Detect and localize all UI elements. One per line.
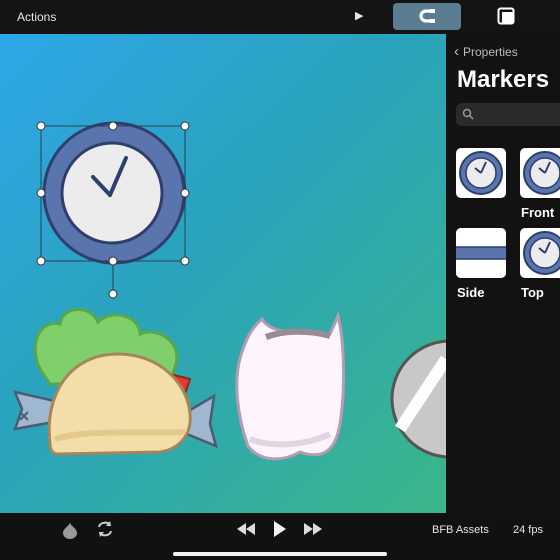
gray-disc-asset[interactable] (390, 339, 446, 459)
marker-thumb-default[interactable] (456, 148, 506, 198)
properties-panel: ‹ Properties Markers Front Side Top (446, 34, 560, 513)
search-input[interactable] (480, 105, 560, 125)
fast-forward-icon[interactable] (303, 522, 323, 536)
play-icon[interactable]: ▶ (355, 9, 363, 22)
taco-asset[interactable] (12, 308, 218, 456)
pillow-asset[interactable] (235, 311, 346, 461)
magnet-icon (419, 9, 435, 23)
marker-thumb-top[interactable] (520, 228, 560, 278)
onion-skin-icon[interactable] (61, 521, 79, 539)
thumb-label-side: Side (457, 285, 485, 300)
thumb-label-front: Front (521, 205, 555, 220)
stage-canvas[interactable] (0, 34, 446, 513)
search-icon (462, 108, 474, 120)
thumb-label-top: Top (521, 285, 544, 300)
top-toolbar: Actions ▶ (0, 0, 560, 34)
actions-menu[interactable]: Actions (17, 10, 56, 24)
assets-label[interactable]: BFB Assets (432, 524, 489, 536)
fps-label[interactable]: 24 fps (513, 524, 543, 536)
back-label: Properties (463, 45, 518, 59)
chevron-left-icon: ‹ (454, 43, 459, 60)
back-to-properties[interactable]: ‹ Properties (454, 43, 518, 60)
panel-title: Markers (457, 66, 550, 93)
search-field[interactable] (456, 103, 560, 126)
magnet-button[interactable] (393, 3, 461, 30)
playback-bar: BFB Assets 24 fps (0, 513, 560, 560)
loop-icon[interactable] (95, 520, 115, 538)
marker-thumb-front[interactable] (520, 148, 560, 198)
play-icon-main[interactable] (273, 520, 287, 538)
home-indicator (173, 552, 387, 556)
layer-icon[interactable] (497, 7, 515, 25)
marker-thumb-side[interactable] (456, 228, 506, 278)
rewind-icon[interactable] (236, 522, 256, 536)
clock-asset[interactable] (42, 121, 187, 265)
